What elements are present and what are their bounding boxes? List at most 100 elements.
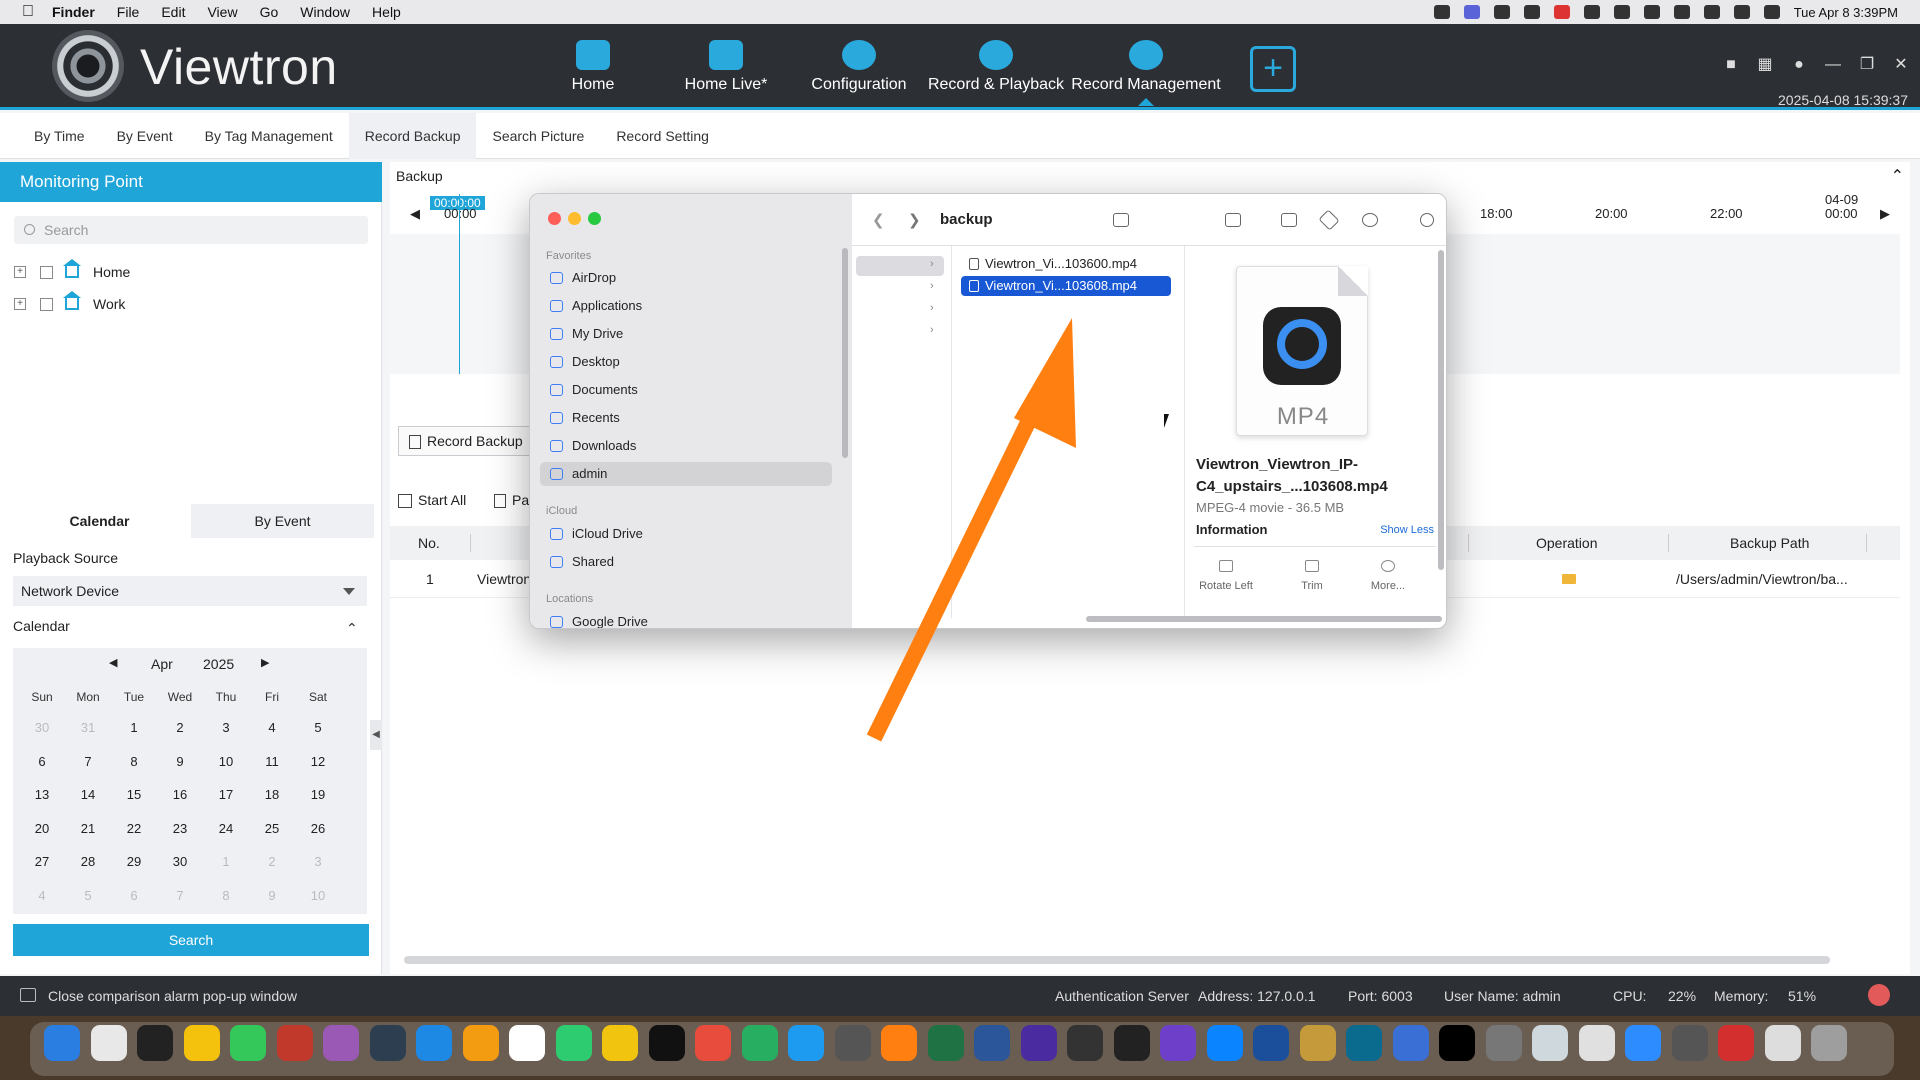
dock-app-icon[interactable] — [323, 1025, 359, 1061]
calendar-day[interactable]: 11 — [249, 754, 295, 769]
collapse-panel-icon[interactable]: ◀ — [370, 720, 382, 750]
dock-app-icon[interactable] — [137, 1025, 173, 1061]
calendar-day[interactable]: 5 — [295, 720, 341, 735]
calendar-day[interactable]: 27 — [19, 854, 65, 869]
minimize-icon[interactable]: — — [1824, 56, 1842, 74]
tree-checkbox[interactable] — [40, 265, 53, 279]
calendar-day[interactable]: 10 — [203, 754, 249, 769]
menu-edit[interactable]: Edit — [161, 4, 185, 20]
calendar-day[interactable]: 4 — [249, 720, 295, 735]
calendar-day[interactable]: 3 — [203, 720, 249, 735]
rotate-left-button[interactable]: Rotate Left — [1186, 560, 1266, 592]
expand-icon[interactable]: + — [14, 266, 26, 278]
user-icon[interactable] — [1613, 5, 1630, 19]
calendar-day[interactable]: 6 — [111, 888, 157, 903]
prev-month-icon[interactable]: ◀ — [109, 656, 117, 669]
tab-by-event[interactable]: By Event — [101, 113, 189, 159]
user-icon[interactable]: ● — [1790, 56, 1808, 74]
sidebar-favorite-item[interactable]: Downloads — [540, 434, 832, 458]
calendar-day[interactable]: 8 — [203, 888, 249, 903]
dock-app-icon[interactable] — [927, 1025, 964, 1061]
add-tab-button[interactable]: + — [1250, 46, 1296, 92]
tree-item-work[interactable]: + Work — [14, 291, 125, 316]
calendar-day[interactable]: 17 — [203, 787, 249, 802]
alarm-bell-icon[interactable] — [1868, 984, 1890, 1006]
dock-app-icon[interactable] — [369, 1025, 406, 1061]
forward-icon[interactable]: ❯ — [908, 211, 921, 229]
calendar-day[interactable]: 12 — [295, 754, 341, 769]
status-icon[interactable] — [1433, 5, 1450, 19]
s-app-icon[interactable] — [1553, 5, 1570, 19]
menu-view[interactable]: View — [207, 4, 237, 20]
tab-search-picture[interactable]: Search Picture — [476, 113, 600, 159]
start-all-button[interactable]: Start All — [398, 492, 466, 508]
zoom-window-button[interactable] — [588, 212, 601, 225]
share-icon[interactable] — [1281, 213, 1297, 227]
sidebar-favorite-item[interactable]: AirDrop — [540, 266, 832, 290]
calendar-day[interactable]: 16 — [157, 787, 203, 802]
status-icon[interactable] — [1493, 5, 1510, 19]
calendar-day[interactable]: 31 — [65, 720, 111, 735]
sidebar-favorite-item[interactable]: Recents — [540, 406, 832, 430]
dock-app-icon[interactable] — [834, 1025, 871, 1061]
calendar-year[interactable]: 2025 — [203, 656, 234, 672]
dock-app-icon[interactable] — [1206, 1025, 1243, 1061]
calendar-day[interactable]: 24 — [203, 821, 249, 836]
search-icon[interactable] — [1733, 5, 1750, 19]
tab-by-time[interactable]: By Time — [18, 113, 101, 159]
monitoring-search-input[interactable]: Search — [14, 216, 368, 244]
dock-app-icon[interactable] — [1532, 1025, 1568, 1061]
sidebar-icloud-item[interactable]: iCloud Drive — [540, 522, 832, 546]
menu-clock[interactable]: Tue Apr 8 3:39PM — [1794, 5, 1898, 20]
calendar-day[interactable]: 3 — [295, 854, 341, 869]
nav-record-playback[interactable]: Record & Playback — [916, 40, 1076, 106]
file-item[interactable]: Viewtron_Vi...103600.mp4 — [961, 254, 1171, 274]
tag-icon[interactable] — [1318, 209, 1340, 231]
tab-record-backup[interactable]: Record Backup — [348, 112, 477, 159]
dock-app-icon[interactable] — [90, 1025, 127, 1061]
finder-horizontal-scrollbar[interactable] — [1086, 616, 1442, 622]
grid-icon[interactable]: ▦ — [1756, 56, 1774, 74]
preview-scrollbar[interactable] — [1438, 250, 1444, 570]
dock-app-icon[interactable] — [230, 1025, 266, 1061]
calendar-day[interactable]: 13 — [19, 787, 65, 802]
menu-app-finder[interactable]: Finder — [52, 4, 95, 20]
dock-app-icon[interactable] — [695, 1025, 731, 1061]
status-icon[interactable] — [1583, 5, 1600, 19]
dock-app-icon[interactable] — [44, 1025, 80, 1061]
chevron-up-icon[interactable]: ⌃ — [1891, 166, 1904, 186]
menu-window[interactable]: Window — [300, 4, 350, 20]
close-icon[interactable]: ✕ — [1892, 56, 1910, 74]
window-icon[interactable] — [20, 988, 36, 1002]
calendar-day[interactable]: 26 — [295, 821, 341, 836]
calendar-day[interactable]: 4 — [19, 888, 65, 903]
calendar-day[interactable]: 7 — [157, 888, 203, 903]
dock-app-icon[interactable] — [416, 1025, 452, 1061]
calendar-day[interactable]: 2 — [249, 854, 295, 869]
sidebar-favorite-item[interactable]: Documents — [540, 378, 832, 402]
dock-app-icon[interactable] — [974, 1025, 1010, 1061]
sidebar-icloud-item[interactable]: Shared — [540, 550, 832, 574]
dock-app-icon[interactable] — [1625, 1025, 1661, 1061]
calendar-day[interactable]: 14 — [65, 787, 111, 802]
calendar-day[interactable]: 25 — [249, 821, 295, 836]
pause-all-button[interactable]: Pa — [494, 492, 529, 508]
calendar-day[interactable]: 22 — [111, 821, 157, 836]
dock-app-icon[interactable] — [1067, 1025, 1103, 1061]
show-less-link[interactable]: Show Less — [1380, 524, 1434, 536]
calendar-day[interactable]: 6 — [19, 754, 65, 769]
play-icon[interactable] — [1643, 5, 1660, 19]
dock-app-icon[interactable] — [509, 1025, 545, 1061]
dock-app-icon[interactable] — [1113, 1025, 1150, 1061]
dock-app-icon[interactable] — [1299, 1025, 1336, 1061]
file-item-selected[interactable]: Viewtron_Vi...103608.mp4 — [961, 276, 1171, 296]
sidebar-favorite-item[interactable]: Applications — [540, 294, 832, 318]
sidebar-location-item[interactable]: Google Drive — [540, 610, 832, 628]
calendar-day[interactable]: 29 — [111, 854, 157, 869]
dock-app-icon[interactable] — [1671, 1025, 1708, 1061]
calendar-day[interactable]: 20 — [19, 821, 65, 836]
close-window-button[interactable] — [548, 212, 561, 225]
calendar-day[interactable]: 8 — [111, 754, 157, 769]
dock-app-icon[interactable] — [1811, 1025, 1847, 1061]
menu-file[interactable]: File — [117, 4, 140, 20]
